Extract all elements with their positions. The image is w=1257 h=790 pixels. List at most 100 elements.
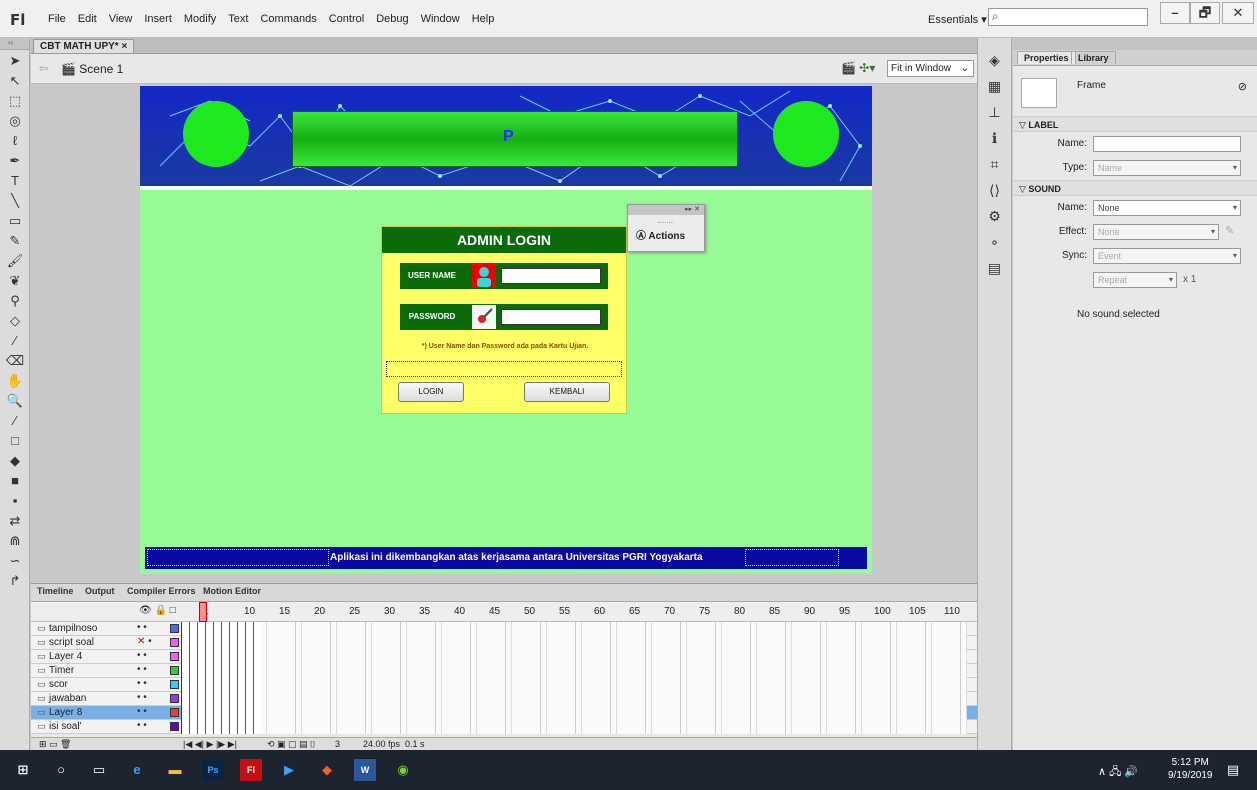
layer-visibility-lock[interactable]: • •: [137, 678, 147, 689]
layer-visibility-lock[interactable]: • •: [137, 664, 147, 675]
zoom-select[interactable]: Fit in Window ⌄: [887, 60, 974, 77]
code-snippets-icon[interactable]: ⟨⟩: [984, 182, 1006, 200]
edit-scene-icon[interactable]: 🎬 ✣▾: [841, 61, 875, 75]
playhead[interactable]: [199, 602, 207, 622]
layer-row[interactable]: ▭ isi soal' • •: [31, 720, 977, 734]
stage[interactable]: P ADMIN LOGIN USER NAME PASSWORD *) User…: [140, 86, 872, 574]
paint-bucket-tool-icon[interactable]: ◇: [3, 312, 27, 330]
minimize-button[interactable]: –: [1160, 2, 1190, 24]
history-icon[interactable]: ▤: [984, 260, 1006, 278]
menu-control[interactable]: Control: [329, 13, 364, 25]
label-section[interactable]: ▽ LABEL: [1013, 116, 1257, 132]
lasso-tool-icon[interactable]: ℓ: [3, 132, 27, 150]
tab-properties[interactable]: Properties: [1017, 51, 1076, 64]
back-arrow-icon[interactable]: ⇦: [39, 62, 48, 75]
task-view-icon[interactable]: ▭: [88, 759, 110, 781]
sound-section[interactable]: ▽ SOUND: [1013, 180, 1257, 196]
3d-rotation-tool-icon[interactable]: ◎: [3, 112, 27, 130]
file-explorer-icon[interactable]: ▬: [164, 759, 186, 781]
layer-outline-color[interactable]: [170, 694, 179, 703]
layer-outline-color[interactable]: [170, 680, 179, 689]
pen-tool-icon[interactable]: ✒: [3, 152, 27, 170]
edit-effect-icon[interactable]: ✎: [1225, 224, 1234, 237]
motion-presets-icon[interactable]: ∘: [984, 234, 1006, 252]
layer-row[interactable]: ▭ Layer 4 • •: [31, 650, 977, 664]
password-field[interactable]: [501, 309, 601, 325]
app-icon[interactable]: ◆: [316, 759, 338, 781]
help-icon[interactable]: ⊘: [1238, 80, 1247, 93]
layer-keyframes[interactable]: [181, 678, 261, 692]
app2-icon[interactable]: ◉: [392, 759, 414, 781]
photoshop-icon[interactable]: Ps: [202, 759, 224, 781]
tab-output[interactable]: Output: [85, 586, 115, 596]
menu-insert[interactable]: Insert: [144, 13, 172, 25]
info-icon[interactable]: ℹ: [984, 130, 1006, 148]
brush-tool-icon[interactable]: 🖌: [3, 252, 27, 270]
menu-debug[interactable]: Debug: [376, 13, 408, 25]
username-field[interactable]: [501, 268, 601, 284]
maximize-button[interactable]: 🗗: [1190, 2, 1220, 24]
layer-visibility-lock[interactable]: • •: [137, 706, 147, 717]
flash-taskbar-icon[interactable]: Fl: [240, 759, 262, 781]
layer-row[interactable]: ▭ script soal ✕ •: [31, 636, 977, 650]
menu-window[interactable]: Window: [421, 13, 460, 25]
layer-row[interactable]: ▭ Layer 8 • •: [31, 706, 977, 720]
fill-color-icon[interactable]: □: [3, 432, 27, 450]
repeat-count[interactable]: x 1: [1183, 274, 1196, 285]
swatches-icon[interactable]: ▦: [984, 78, 1006, 96]
document-tab[interactable]: CBT MATH UPY* ×: [33, 39, 135, 53]
sync-select[interactable]: Event ▾: [1093, 248, 1241, 264]
components-icon[interactable]: ⚙: [984, 208, 1006, 226]
layer-frame-grid[interactable]: [261, 706, 967, 720]
menu-text[interactable]: Text: [228, 13, 248, 25]
layer-keyframes[interactable]: [181, 706, 261, 720]
cortana-icon[interactable]: ○: [50, 759, 72, 781]
color-panel-icon[interactable]: ◈: [984, 52, 1006, 70]
straighten-icon[interactable]: ↱: [3, 572, 27, 590]
layer-outline-color[interactable]: [170, 638, 179, 647]
new-layer-icon[interactable]: ⊞ ▭ 🗑: [39, 739, 71, 750]
layer-row[interactable]: ▭ scor • •: [31, 678, 977, 692]
actions-panel-controls[interactable]: ▸▸ ✕: [628, 205, 704, 215]
eraser-tool-icon[interactable]: ⌫: [3, 352, 27, 370]
layer-frame-grid[interactable]: [261, 678, 967, 692]
align-icon[interactable]: ⊥: [984, 104, 1006, 122]
tab-motion-editor[interactable]: Motion Editor: [203, 586, 261, 596]
free-transform-tool-icon[interactable]: ⬚: [3, 92, 27, 110]
layer-keyframes[interactable]: [181, 622, 261, 636]
frame-name-input[interactable]: [1093, 136, 1241, 152]
swap-colors-icon[interactable]: ⇄: [3, 512, 27, 530]
smooth-icon[interactable]: ∽: [3, 552, 27, 570]
menu-edit[interactable]: Edit: [78, 13, 97, 25]
menu-modify[interactable]: Modify: [184, 13, 216, 25]
tools-collapse[interactable]: ‹‹: [0, 38, 29, 50]
layer-frame-grid[interactable]: [261, 650, 967, 664]
layer-outline-color[interactable]: [170, 666, 179, 675]
selection-tool-icon[interactable]: ➤: [3, 52, 27, 70]
paint-fill-icon[interactable]: ◆: [3, 452, 27, 470]
close-button[interactable]: ✕: [1222, 2, 1254, 24]
menu-commands[interactable]: Commands: [260, 13, 316, 25]
label-type-select[interactable]: Name ▾: [1093, 160, 1241, 176]
layer-visibility-lock[interactable]: • •: [137, 720, 147, 731]
layer-frame-grid[interactable]: [261, 692, 967, 706]
layer-frame-grid[interactable]: [261, 636, 967, 650]
eyedropper-tool-icon[interactable]: ⁄: [3, 332, 27, 350]
snap-icon[interactable]: ⋒: [3, 532, 27, 550]
layer-keyframes[interactable]: [181, 720, 261, 734]
layer-keyframes[interactable]: [181, 664, 261, 678]
deco-tool-icon[interactable]: ❦: [3, 272, 27, 290]
playback-controls[interactable]: |◀ ◀| ▶ |▶ ▶|: [183, 739, 237, 750]
sound-name-select[interactable]: None ▾: [1093, 200, 1241, 216]
search-input[interactable]: ⌕: [988, 8, 1148, 26]
footer-right-textbox[interactable]: [745, 549, 839, 566]
layer-keyframes[interactable]: [181, 650, 261, 664]
footer-left-textbox[interactable]: [147, 549, 329, 566]
workspace-switcher[interactable]: Essentials ▾: [928, 13, 987, 26]
eye-icon[interactable]: 👁 🔒 □: [139, 605, 176, 616]
menu-file[interactable]: File: [48, 13, 66, 25]
word-icon[interactable]: W: [354, 759, 376, 781]
notifications-icon[interactable]: ▤: [1222, 759, 1244, 781]
default-colors-icon[interactable]: ▪: [3, 492, 27, 510]
hand-tool-icon[interactable]: ✋: [3, 372, 27, 390]
